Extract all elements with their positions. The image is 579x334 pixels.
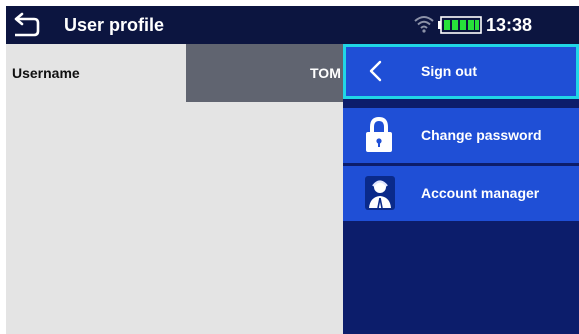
screen: User profile 13:38 Username TOM Sign out xyxy=(6,6,579,334)
page-title: User profile xyxy=(64,15,165,35)
menu-item-label: Account manager xyxy=(421,185,540,201)
chevron-left-icon xyxy=(369,60,382,82)
side-menu: Sign out Change password Account manager xyxy=(343,44,579,334)
lock-icon xyxy=(366,116,392,152)
menu-item-label: Change password xyxy=(421,127,542,143)
account-manager-icon xyxy=(365,176,395,210)
username-label: Username xyxy=(12,65,80,81)
clock: 13:38 xyxy=(486,15,533,35)
wifi-icon xyxy=(414,16,434,33)
battery-icon xyxy=(438,16,482,34)
menu-item-account-manager[interactable]: Account manager xyxy=(343,166,579,221)
title-bar: User profile 13:38 xyxy=(6,6,579,44)
username-value-box: TOM xyxy=(186,44,346,102)
menu-item-change-password[interactable]: Change password xyxy=(343,108,579,163)
username-value: TOM xyxy=(310,65,341,81)
back-arrow-icon[interactable] xyxy=(12,11,42,39)
menu-item-label: Sign out xyxy=(421,63,477,79)
menu-item-sign-out[interactable]: Sign out xyxy=(343,44,579,99)
